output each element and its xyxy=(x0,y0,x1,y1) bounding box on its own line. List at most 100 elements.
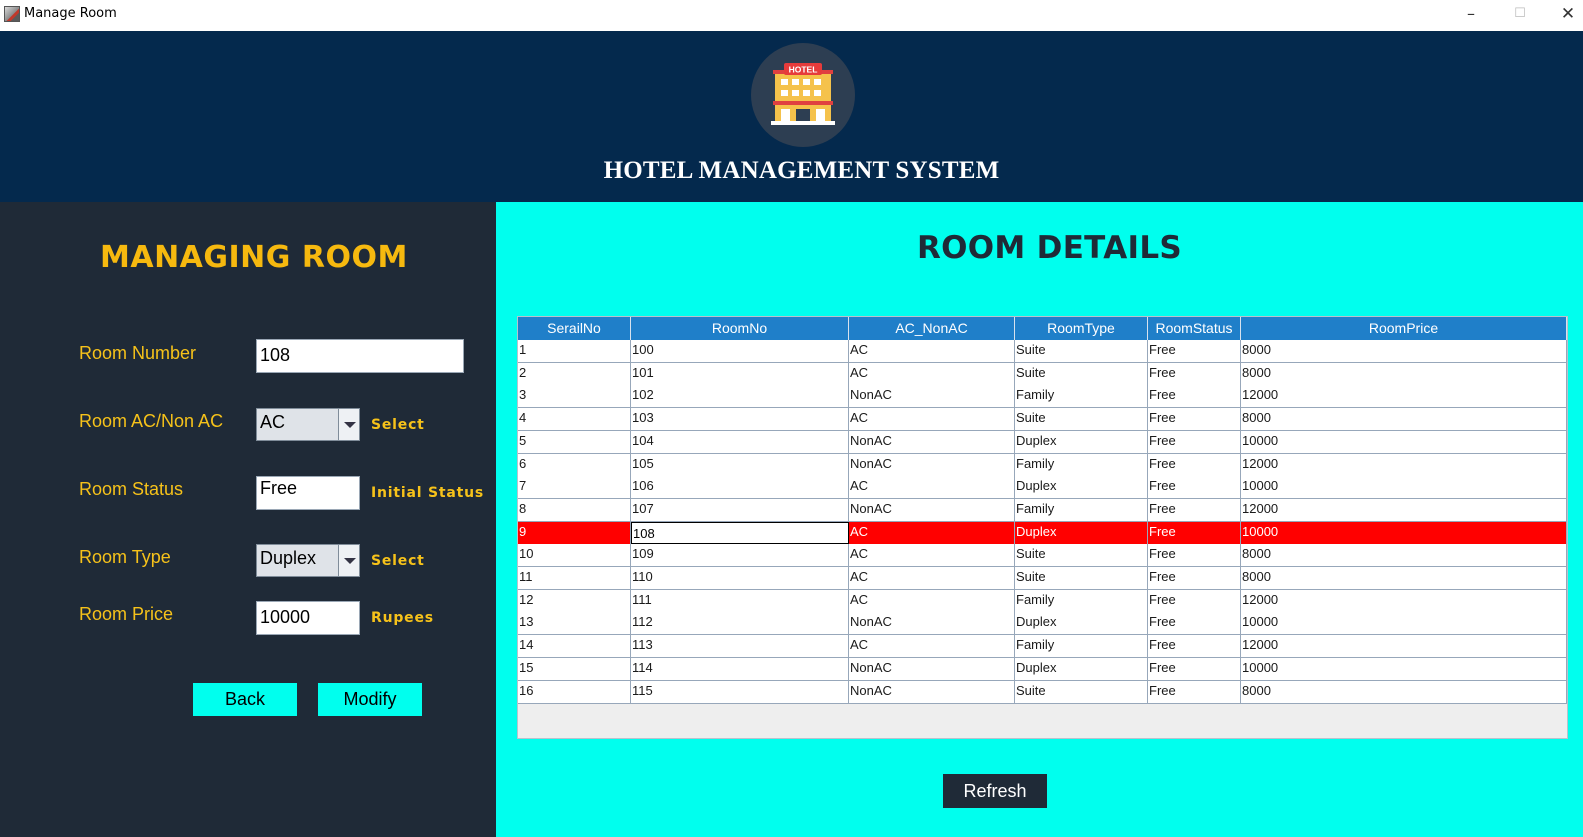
table-cell[interactable]: 106 xyxy=(631,476,849,499)
table-cell[interactable]: Free xyxy=(1148,521,1241,544)
table-cell[interactable]: AC xyxy=(849,635,1015,658)
table-row[interactable]: 3 102 NonAC Family Free 12000 xyxy=(518,385,1567,409)
minimize-button[interactable]: – xyxy=(1448,0,1494,31)
table-cell[interactable]: Family xyxy=(1015,453,1148,476)
table-cell[interactable]: AC xyxy=(849,408,1015,431)
table-cell[interactable]: Free xyxy=(1148,567,1241,589)
table-row[interactable]: 13 112 NonAC Duplex Free 10000 xyxy=(518,612,1567,636)
table-cell[interactable]: Suite xyxy=(1015,408,1148,431)
room-status-input[interactable]: Free xyxy=(256,476,360,510)
table-row[interactable]: 5 104 NonAC Duplex Free 10000 xyxy=(518,430,1567,454)
table-cell[interactable]: Family xyxy=(1015,385,1148,408)
table-cell[interactable]: NonAC xyxy=(849,430,1015,453)
table-cell[interactable]: 8000 xyxy=(1241,362,1567,385)
table-cell[interactable]: Duplex xyxy=(1015,476,1148,499)
maximize-button[interactable]: ☐ xyxy=(1497,0,1543,31)
table-cell[interactable]: AC xyxy=(849,362,1015,385)
table-cell[interactable]: Family xyxy=(1015,635,1148,658)
table-cell[interactable]: Family xyxy=(1015,589,1148,612)
table-cell[interactable]: Suite xyxy=(1015,567,1148,589)
table-cell[interactable]: AC xyxy=(849,340,1015,362)
table-cell[interactable]: 12000 xyxy=(1241,589,1567,612)
table-cell[interactable]: 8000 xyxy=(1241,567,1567,589)
table-cell[interactable]: 10000 xyxy=(1241,521,1567,544)
table-cell[interactable]: Free xyxy=(1148,635,1241,658)
room-number-input[interactable]: 108 xyxy=(256,339,464,373)
table-cell[interactable]: Free xyxy=(1148,362,1241,385)
room-table[interactable]: SerailNo RoomNo AC_NonAC RoomType RoomStatus… xyxy=(517,316,1568,739)
ac-nonac-select[interactable]: AC xyxy=(256,408,360,441)
table-cell[interactable]: 110 xyxy=(631,567,849,589)
table-row[interactable]: 9 108 AC Duplex Free 10000 xyxy=(518,521,1567,545)
chevron-down-icon[interactable] xyxy=(338,409,359,440)
table-cell[interactable]: 109 xyxy=(631,544,849,567)
table-cell[interactable]: 12000 xyxy=(1241,498,1567,521)
column-header[interactable]: SerailNo xyxy=(518,317,631,340)
table-cell[interactable]: 12000 xyxy=(1241,635,1567,658)
table-cell[interactable]: Suite xyxy=(1015,340,1148,362)
table-cell[interactable]: Free xyxy=(1148,544,1241,567)
table-cell[interactable]: 10 xyxy=(518,544,631,567)
table-cell[interactable]: Free xyxy=(1148,430,1241,453)
table-cell[interactable]: Free xyxy=(1148,340,1241,362)
table-cell[interactable]: 8 xyxy=(518,498,631,521)
column-header[interactable]: RoomPrice xyxy=(1241,317,1567,340)
table-row[interactable]: 6 105 NonAC Family Free 12000 xyxy=(518,453,1567,477)
table-cell[interactable]: 105 xyxy=(631,453,849,476)
column-header[interactable]: RoomType xyxy=(1015,317,1148,340)
table-cell[interactable]: 6 xyxy=(518,453,631,476)
refresh-button[interactable]: Refresh xyxy=(943,774,1047,808)
table-cell[interactable]: 15 xyxy=(518,657,631,680)
table-cell[interactable]: 4 xyxy=(518,408,631,431)
table-cell[interactable]: 10000 xyxy=(1241,657,1567,680)
table-cell[interactable]: 12000 xyxy=(1241,453,1567,476)
table-cell[interactable]: 8000 xyxy=(1241,680,1567,703)
table-cell[interactable]: Suite xyxy=(1015,362,1148,385)
table-cell[interactable]: AC xyxy=(849,589,1015,612)
table-cell[interactable]: Duplex xyxy=(1015,657,1148,680)
column-header[interactable]: RoomStatus xyxy=(1148,317,1241,340)
table-cell[interactable]: Free xyxy=(1148,408,1241,431)
table-cell[interactable]: NonAC xyxy=(849,612,1015,635)
table-row[interactable]: 4 103 AC Suite Free 8000 xyxy=(518,408,1567,432)
table-cell[interactable]: Free xyxy=(1148,612,1241,635)
table-cell[interactable]: AC xyxy=(849,476,1015,499)
table-cell[interactable]: 5 xyxy=(518,430,631,453)
table-row[interactable]: 11 110 AC Suite Free 8000 xyxy=(518,567,1567,590)
table-cell[interactable]: 10000 xyxy=(1241,612,1567,635)
table-cell[interactable]: Free xyxy=(1148,476,1241,499)
table-cell[interactable]: 103 xyxy=(631,408,849,431)
table-cell[interactable]: Duplex xyxy=(1015,521,1148,544)
table-cell[interactable]: 14 xyxy=(518,635,631,658)
table-cell[interactable]: 2 xyxy=(518,362,631,385)
table-cell[interactable]: NonAC xyxy=(849,385,1015,408)
table-cell[interactable]: 3 xyxy=(518,385,631,408)
table-cell[interactable]: 9 xyxy=(518,521,631,544)
table-cell[interactable]: Free xyxy=(1148,453,1241,476)
table-row[interactable]: 14 113 AC Family Free 12000 xyxy=(518,635,1567,659)
column-header[interactable]: RoomNo xyxy=(631,317,849,340)
table-row[interactable]: 12 111 AC Family Free 12000 xyxy=(518,589,1567,613)
table-cell[interactable]: 8000 xyxy=(1241,340,1567,362)
table-cell[interactable]: Free xyxy=(1148,657,1241,680)
table-cell[interactable]: 114 xyxy=(631,657,849,680)
table-cell[interactable]: 104 xyxy=(631,430,849,453)
table-cell[interactable]: NonAC xyxy=(849,657,1015,680)
table-cell[interactable]: Duplex xyxy=(1015,612,1148,635)
table-cell[interactable]: 102 xyxy=(631,385,849,408)
room-price-input[interactable]: 10000 xyxy=(256,601,360,635)
table-cell[interactable]: 12 xyxy=(518,589,631,612)
table-cell[interactable]: 10000 xyxy=(1241,476,1567,499)
column-header[interactable]: AC_NonAC xyxy=(849,317,1015,340)
table-cell[interactable]: 113 xyxy=(631,635,849,658)
table-cell[interactable]: AC xyxy=(849,567,1015,589)
table-cell[interactable]: 8000 xyxy=(1241,408,1567,431)
table-row[interactable]: 1 100 AC Suite Free 8000 xyxy=(518,340,1567,363)
table-cell[interactable]: Free xyxy=(1148,385,1241,408)
table-cell[interactable]: Suite xyxy=(1015,680,1148,703)
table-cell[interactable]: 115 xyxy=(631,680,849,703)
modify-button[interactable]: Modify xyxy=(318,683,422,716)
table-cell[interactable]: Family xyxy=(1015,498,1148,521)
table-cell[interactable]: 10000 xyxy=(1241,430,1567,453)
table-row[interactable]: 10 109 AC Suite Free 8000 xyxy=(518,544,1567,568)
